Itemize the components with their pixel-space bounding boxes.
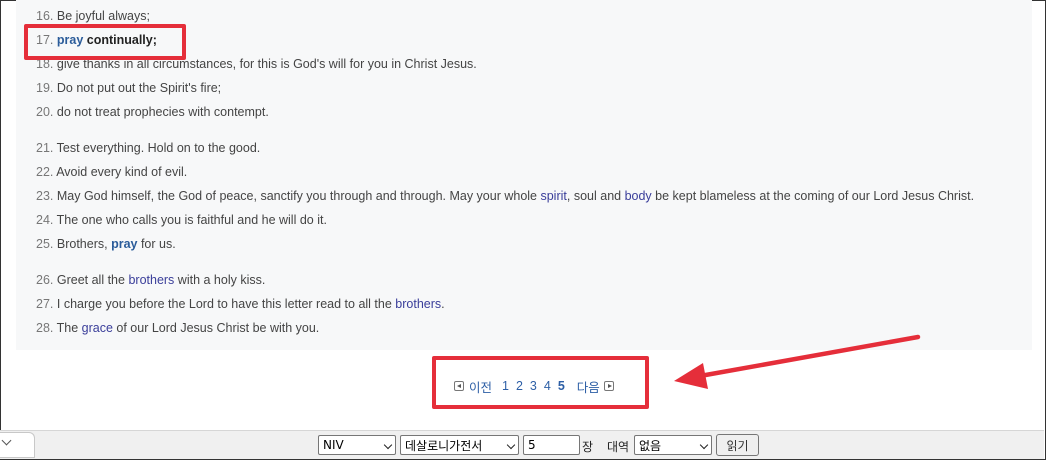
- compare-label: 대역: [607, 440, 630, 454]
- chevron-down-icon: [699, 440, 709, 450]
- compare-select[interactable]: 없음: [634, 435, 712, 455]
- version-select[interactable]: NIV: [318, 435, 396, 455]
- version-select-value: NIV: [323, 438, 344, 452]
- chapter-suffix-label: 장: [582, 440, 594, 454]
- bottom-toolbar: [0, 430, 1044, 459]
- annotation-arrow-icon: [674, 334, 921, 389]
- chapter-input[interactable]: 5: [523, 435, 580, 455]
- compare-select-value: 없음: [639, 438, 662, 453]
- book-select[interactable]: 데살로니가전서: [400, 435, 519, 455]
- read-button[interactable]: 읽기: [716, 434, 759, 456]
- chevron-down-icon: [383, 440, 393, 450]
- chevron-down-icon: [506, 440, 516, 450]
- chevron-down-icon: [1, 435, 12, 446]
- book-select-value: 데살로니가전서: [405, 438, 483, 453]
- chapter-input-value: 5: [528, 438, 536, 452]
- collapse-tab[interactable]: [0, 432, 35, 458]
